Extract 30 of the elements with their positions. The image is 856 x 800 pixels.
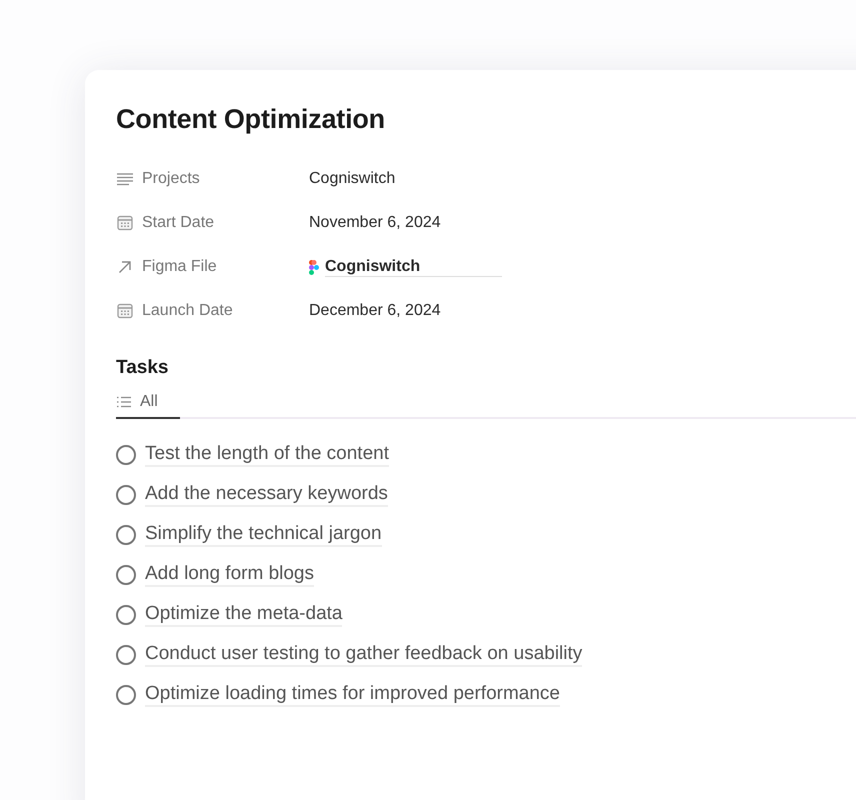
task-checkbox[interactable]: [116, 485, 136, 505]
file-link[interactable]: Cogniswitch: [325, 258, 502, 276]
property-value: December 6, 2024: [309, 302, 441, 320]
task-checkbox[interactable]: [116, 605, 136, 625]
task-checkbox[interactable]: [116, 525, 136, 545]
property-label: Figma File: [142, 258, 217, 276]
section-heading: Tasks: [116, 357, 170, 379]
task-checkbox[interactable]: [116, 565, 136, 585]
property-label: Projects: [142, 170, 200, 188]
lines-icon: [116, 172, 134, 186]
property-value: November 6, 2024: [309, 214, 441, 232]
task-title[interactable]: Test the length of the content: [145, 443, 390, 467]
task-title[interactable]: Add long form blogs: [145, 563, 314, 587]
task-title[interactable]: Add the necessary keywords: [145, 483, 388, 507]
calendar-icon: [116, 303, 134, 319]
list-icon: [116, 396, 132, 408]
task-title[interactable]: Optimize loading times for improved performance: [145, 683, 560, 707]
property-value: Cogniswitch: [309, 170, 396, 188]
task-title[interactable]: Optimize the meta-data: [145, 603, 342, 627]
figma-logo-icon: [309, 260, 319, 274]
property-label: Start Date: [142, 214, 214, 232]
page-title: Content Optimization: [116, 104, 386, 135]
task-title[interactable]: Conduct user testing to gather feedback on usability: [145, 643, 582, 667]
task-checkbox[interactable]: [116, 685, 136, 705]
task-checkbox[interactable]: [116, 445, 136, 465]
task-title[interactable]: Simplify the technical jargon: [145, 523, 382, 547]
property-label: Launch Date: [142, 302, 233, 320]
task-checkbox[interactable]: [116, 645, 136, 665]
calendar-icon: [116, 215, 134, 231]
view-tab[interactable]: All: [116, 393, 180, 419]
